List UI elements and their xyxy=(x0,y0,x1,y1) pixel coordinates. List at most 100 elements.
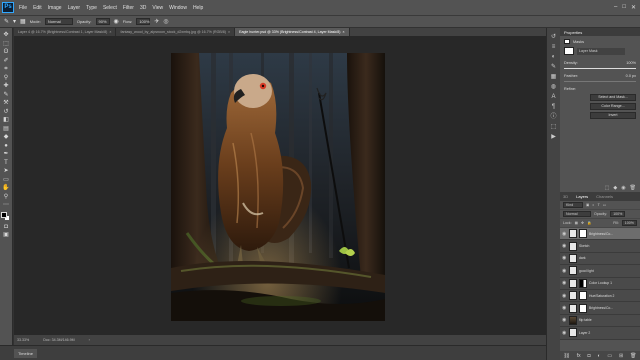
lock-position-icon[interactable]: ✥ xyxy=(581,221,584,225)
pressure-opacity-icon[interactable]: ◉ xyxy=(114,18,119,26)
link-layers-icon[interactable]: ⛓ xyxy=(563,353,569,359)
tab-layers[interactable]: Layers xyxy=(576,194,588,199)
layer-mask-thumbnail[interactable] xyxy=(579,291,587,301)
info-icon[interactable]: ⓘ xyxy=(550,114,556,121)
layer-thumbnail[interactable] xyxy=(569,278,577,288)
load-selection-icon[interactable]: ⬚ xyxy=(605,185,610,191)
menu-type[interactable]: Type xyxy=(83,5,100,11)
layer-style-icon[interactable]: fx xyxy=(577,353,581,359)
layer-row[interactable]: ◉ good light xyxy=(560,265,640,278)
canvas-area[interactable] xyxy=(14,36,546,335)
toggle-brush-panel-icon[interactable]: ▦ xyxy=(20,18,26,26)
layer-name[interactable]: Brightness/Co... xyxy=(589,232,613,236)
menu-image[interactable]: Image xyxy=(45,5,65,11)
visibility-eye-icon[interactable]: ◉ xyxy=(562,231,567,237)
hand-tool-icon[interactable]: ✋ xyxy=(1,184,11,193)
paragraph-icon[interactable]: ¶ xyxy=(552,104,555,111)
layer-row[interactable]: ◉ Color Lookup 1 xyxy=(560,278,640,290)
zoom-level[interactable]: 33.33% xyxy=(17,338,29,342)
filter-adjustment-icon[interactable]: ◐ xyxy=(592,203,594,207)
pressure-size-icon[interactable]: ◎ xyxy=(163,18,168,26)
layer-kind-filter[interactable]: Kind xyxy=(563,202,583,208)
menu-filter[interactable]: Filter xyxy=(120,5,137,11)
history-brush-tool-icon[interactable]: ↺ xyxy=(1,108,11,117)
document-tab[interactable]: fantasy_wood_by_alpsnoon_stock_d2xmbq.jp… xyxy=(116,28,236,36)
fill-field[interactable]: 100% xyxy=(621,220,637,226)
color-icon[interactable]: ◍ xyxy=(551,84,556,91)
visibility-eye-icon[interactable]: ◉ xyxy=(562,330,567,336)
tab-3d[interactable]: 3D xyxy=(563,194,568,199)
filter-type-icon[interactable]: T xyxy=(598,203,600,207)
layer-row[interactable]: ◉ Sketch xyxy=(560,240,640,253)
actions-icon[interactable]: ▶ xyxy=(551,134,556,141)
visibility-eye-icon[interactable]: ◉ xyxy=(562,280,567,286)
move-tool-icon[interactable]: ✥ xyxy=(1,31,11,40)
layer-thumbnail[interactable] xyxy=(569,328,577,338)
layer-mask-thumbnail[interactable] xyxy=(564,47,574,55)
disable-mask-icon[interactable]: ◉ xyxy=(621,185,625,191)
color-swatches[interactable] xyxy=(1,211,11,223)
timeline-tab[interactable]: Timeline xyxy=(14,348,37,358)
more-tools-icon[interactable]: ⋯ xyxy=(1,201,11,210)
density-slider[interactable] xyxy=(564,68,636,69)
menu-window[interactable]: Window xyxy=(166,5,190,11)
close-button[interactable]: ✕ xyxy=(631,4,636,11)
layer-name[interactable]: Sketch xyxy=(579,244,589,248)
density-value[interactable]: 100% xyxy=(626,61,636,65)
opacity-field[interactable]: 90% xyxy=(95,18,110,25)
mode-select[interactable]: Normal xyxy=(44,18,73,25)
menu-view[interactable]: View xyxy=(149,5,166,11)
lasso-tool-icon[interactable]: ʘ xyxy=(1,48,11,57)
layer-name[interactable]: Color Lookup 1 xyxy=(589,281,612,285)
filter-pixel-icon[interactable]: ▣ xyxy=(586,203,589,207)
menu-edit[interactable]: Edit xyxy=(30,5,45,11)
eyedropper-tool-icon[interactable]: ⚲ xyxy=(1,74,11,83)
layer-row[interactable]: ◉ Layer 2 xyxy=(560,327,640,340)
layer-thumbnail[interactable] xyxy=(569,291,577,301)
new-group-icon[interactable]: ▭ xyxy=(607,353,612,359)
layer-mask-thumbnail[interactable] xyxy=(579,229,587,239)
delete-mask-icon[interactable]: 🗑 xyxy=(630,185,636,191)
add-mask-icon[interactable]: ◘ xyxy=(588,353,591,359)
layer-name[interactable]: dark xyxy=(579,256,586,260)
foreground-color-swatch[interactable] xyxy=(1,211,7,218)
select-and-mask-button[interactable]: Select and Mask... xyxy=(590,94,636,101)
close-tab-icon[interactable]: × xyxy=(109,28,111,36)
lock-pixels-icon[interactable]: ▦ xyxy=(575,221,578,225)
quick-select-tool-icon[interactable]: ✐ xyxy=(1,57,11,66)
pen-tool-icon[interactable]: ✒ xyxy=(1,150,11,159)
feather-slider[interactable] xyxy=(564,81,636,82)
layer-name[interactable]: Brightness/Co... xyxy=(589,306,613,310)
dodge-tool-icon[interactable]: ● xyxy=(1,142,11,151)
quick-mask-icon[interactable]: ◘ xyxy=(1,223,11,232)
blur-tool-icon[interactable]: ◆ xyxy=(1,133,11,142)
blend-mode-select[interactable]: Normal xyxy=(563,211,591,217)
marquee-tool-icon[interactable]: ⬚ xyxy=(1,40,11,49)
layer-row[interactable]: ◉ flip table xyxy=(560,315,640,328)
layer-row[interactable]: ◉ Brightness/Co... xyxy=(560,228,640,241)
swatches-icon[interactable]: ▦ xyxy=(551,74,557,81)
airbrush-icon[interactable]: ✈ xyxy=(154,18,159,26)
zoom-tool-icon[interactable]: ⚲ xyxy=(1,193,11,202)
layer-name[interactable]: flip table xyxy=(579,318,592,322)
layer-thumbnail[interactable] xyxy=(569,241,577,251)
visibility-eye-icon[interactable]: ◉ xyxy=(562,243,567,249)
visibility-eye-icon[interactable]: ◉ xyxy=(562,268,567,274)
properties-tab[interactable]: Properties xyxy=(564,30,582,35)
flow-field[interactable]: 100% xyxy=(136,18,151,25)
new-layer-icon[interactable]: ⊞ xyxy=(619,353,623,359)
visibility-eye-icon[interactable]: ◉ xyxy=(562,305,567,311)
apply-mask-icon[interactable]: ◆ xyxy=(613,185,617,191)
layer-thumbnail[interactable] xyxy=(569,266,577,276)
filter-shape-icon[interactable]: ▭ xyxy=(603,203,606,207)
layer-row[interactable]: ◉ Hue/Saturation 2 xyxy=(560,290,640,303)
invert-button[interactable]: Invert xyxy=(590,112,636,119)
layer-thumbnail[interactable] xyxy=(569,229,577,239)
layer-mask-label[interactable]: Layer Mask xyxy=(577,47,625,55)
brush-preset-icon[interactable]: ✎ xyxy=(4,18,9,26)
type-tool-icon[interactable]: T xyxy=(1,159,11,168)
layer-opacity-field[interactable]: 100% xyxy=(610,211,626,217)
menu-help[interactable]: Help xyxy=(190,5,206,11)
navigator-icon[interactable]: ⬚ xyxy=(551,124,557,131)
document-tab[interactable]: Layer 4 @ 16.7% (Brightness/Contrast 1, … xyxy=(14,28,117,36)
